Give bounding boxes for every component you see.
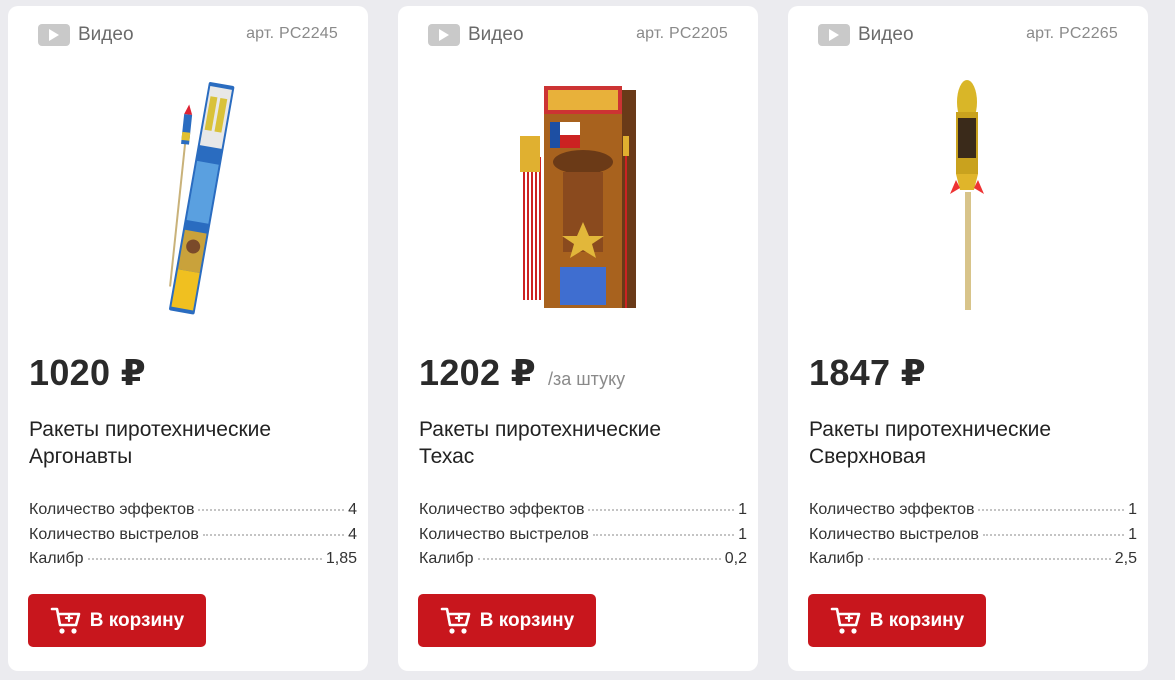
spec-row: Калибр 0,2 [419, 550, 747, 575]
spec-row: Калибр 2,5 [809, 550, 1137, 575]
spec-label: Количество выстрелов [809, 525, 979, 543]
dot-leader [978, 509, 1125, 511]
title-line: Сверхновая [809, 445, 926, 468]
title-line: Аргонавты [29, 445, 133, 468]
spec-row: Количество эффектов 1 [809, 501, 1137, 526]
title-line: Ракеты пиротехнические [29, 418, 272, 441]
spec-label: Количество эффектов [809, 501, 975, 518]
price-row: 1020 ₽ [29, 352, 158, 394]
video-button[interactable]: Видео [818, 24, 914, 46]
spec-value: 1,85 [325, 550, 357, 567]
product-image[interactable] [810, 72, 1128, 317]
spec-value: 1 [1128, 525, 1137, 543]
title-line: Ракеты пиротехнические [809, 418, 1052, 441]
price-unit: /за штуку [547, 369, 626, 389]
spec-row: Калибр 1,85 [29, 550, 357, 575]
product-card: Видео арт. PC2245 1020 ₽ Ракеты пиротехн… [8, 6, 368, 671]
product-title[interactable]: Ракеты пиротехнические Аргонавты [29, 416, 349, 470]
title-line: Техас [419, 445, 475, 468]
add-to-cart-button[interactable]: В корзину [418, 594, 596, 647]
spec-row: Количество выстрелов 1 [809, 526, 1137, 551]
specs-list: Количество эффектов 1 Количество выстрел… [419, 501, 747, 575]
add-to-cart-button[interactable]: В корзину [28, 594, 206, 647]
product-card: Видео арт. PC2205 1202 ₽ /за штуку Ракет… [398, 6, 758, 671]
dot-leader [982, 533, 1125, 536]
spec-row: Количество выстрелов 4 [29, 526, 357, 551]
price-row: 1847 ₽ [809, 352, 938, 394]
price-row: 1202 ₽ /за штуку [419, 352, 625, 394]
specs-list: Количество эффектов 4 Количество выстрел… [29, 501, 357, 575]
video-label: Видео [858, 24, 914, 45]
price: 1020 ₽ [29, 352, 146, 393]
dot-leader [198, 509, 345, 511]
spec-value: 4 [348, 501, 357, 518]
spec-label: Калибр [809, 550, 864, 567]
dot-leader [477, 558, 721, 560]
dot-leader [202, 533, 345, 536]
article-number: арт. PC2265 [1026, 25, 1118, 42]
play-icon [428, 24, 460, 46]
video-button[interactable]: Видео [38, 24, 134, 46]
spec-value: 1 [1128, 501, 1137, 518]
dot-leader [592, 533, 735, 536]
play-icon [818, 24, 850, 46]
dot-leader [867, 558, 1111, 560]
product-title[interactable]: Ракеты пиротехнические Сверхновая [809, 416, 1129, 470]
spec-value: 4 [348, 525, 357, 543]
video-label: Видео [78, 24, 134, 45]
spec-value: 2,5 [1114, 550, 1137, 567]
product-card: Видео арт. PC2265 1847 ₽ Ракеты пиротехн… [788, 6, 1148, 671]
product-image[interactable] [30, 72, 348, 317]
title-line: Ракеты пиротехнические [419, 418, 662, 441]
spec-value: 0,2 [724, 550, 747, 567]
cart-button-label: В корзину [869, 609, 965, 631]
cart-button-label: В корзину [89, 609, 185, 631]
spec-label: Количество выстрелов [29, 525, 199, 543]
play-icon [38, 24, 70, 46]
spec-value: 1 [738, 525, 747, 543]
cart-icon [440, 607, 471, 634]
spec-label: Количество выстрелов [419, 525, 589, 543]
specs-list: Количество эффектов 1 Количество выстрел… [809, 501, 1137, 575]
product-title[interactable]: Ракеты пиротехнические Техас [419, 416, 739, 470]
spec-row: Количество эффектов 1 [419, 501, 747, 526]
spec-label: Калибр [29, 550, 84, 567]
add-to-cart-button[interactable]: В корзину [808, 594, 986, 647]
price: 1847 ₽ [809, 352, 926, 393]
video-label: Видео [468, 24, 524, 45]
cart-button-label: В корзину [479, 609, 575, 631]
spec-label: Количество эффектов [419, 501, 585, 518]
article-number: арт. PC2245 [246, 25, 338, 42]
spec-label: Количество эффектов [29, 501, 195, 518]
cart-icon [830, 607, 861, 634]
cart-icon [50, 607, 81, 634]
spec-value: 1 [738, 501, 747, 518]
product-image[interactable] [420, 72, 738, 317]
price: 1202 ₽ [419, 352, 536, 393]
spec-row: Количество эффектов 4 [29, 501, 357, 526]
spec-label: Калибр [419, 550, 474, 567]
dot-leader [588, 509, 735, 511]
article-number: арт. PC2205 [636, 25, 728, 42]
spec-row: Количество выстрелов 1 [419, 526, 747, 551]
dot-leader [87, 558, 322, 560]
video-button[interactable]: Видео [428, 24, 524, 46]
